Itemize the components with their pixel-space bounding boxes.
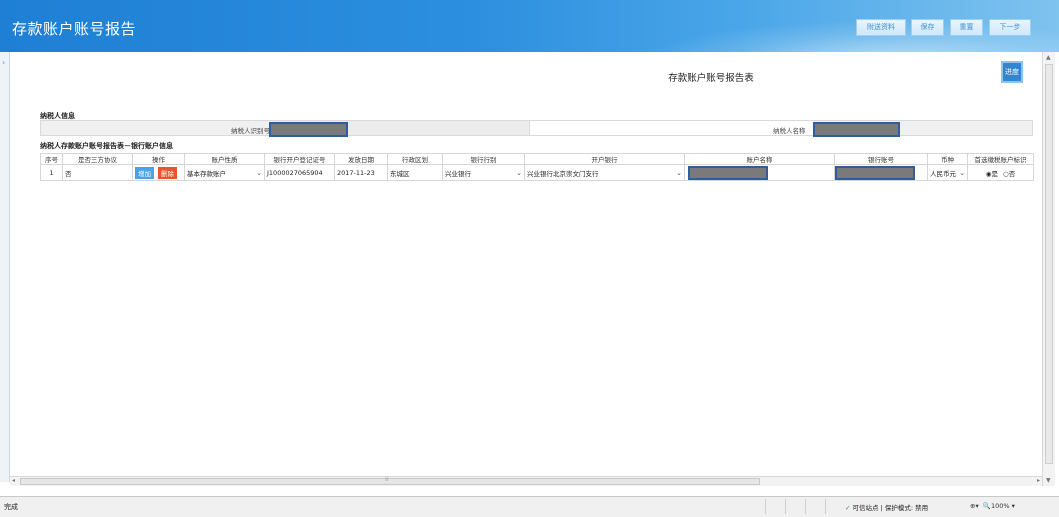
- radio-yes[interactable]: ◉是: [986, 170, 998, 178]
- scroll-up-icon[interactable]: ▲: [1046, 54, 1051, 61]
- row-index: 1: [40, 164, 63, 181]
- zoom-control[interactable]: ⊕▾ 🔍100% ▾: [970, 502, 1015, 510]
- col-bank-type: 银行行别: [442, 153, 525, 165]
- col-account-no: 银行账号: [834, 153, 928, 165]
- district-field[interactable]: 东城区: [387, 164, 443, 181]
- col-license-no: 银行开户登记证号: [264, 153, 335, 165]
- currency-select[interactable]: 人民币元 ⌄: [927, 164, 968, 181]
- horizontal-scrollbar[interactable]: ◂ ⁞⁞ ▸: [10, 476, 1042, 486]
- status-text: 完成: [4, 503, 18, 511]
- tripartite-field[interactable]: 否: [62, 164, 133, 181]
- col-bank-branch: 开户银行: [524, 153, 685, 165]
- taxpayer-id-label: 纳税人识别号: [231, 127, 270, 135]
- issue-date-field[interactable]: 2017-11-23: [334, 164, 388, 181]
- chevron-down-icon: ⌄: [256, 168, 262, 177]
- col-tripartite: 是否三方协议: [62, 153, 133, 165]
- document-title: 存款账户账号报告表: [668, 73, 754, 84]
- scroll-right-icon[interactable]: ▸: [1037, 477, 1040, 484]
- radio-yes-label: 是: [991, 169, 998, 178]
- chevron-down-icon: ⌄: [959, 168, 965, 177]
- checkmark-icon: ✓: [845, 504, 851, 512]
- account-type-value: 基本存款账户: [187, 169, 226, 178]
- scroll-down-icon[interactable]: ▼: [1046, 477, 1051, 484]
- window: 存款账户账号报告 附送资料 保存 重置 下一步 › 存款账户账号报告表 进度 纳…: [0, 0, 1059, 517]
- col-issue-date: 发放日期: [334, 153, 388, 165]
- col-index: 序号: [40, 153, 63, 165]
- account-no-field[interactable]: [834, 164, 928, 181]
- zoom-level: 100%: [990, 502, 1010, 510]
- table-header-row: 序号 是否三方协议 操作 账户性质 银行开户登记证号 发放日期 行政区划 银行行…: [40, 153, 1034, 165]
- account-no-redacted: [835, 166, 915, 180]
- account-name-redacted: [688, 166, 768, 180]
- col-account-type: 账户性质: [184, 153, 265, 165]
- next-button[interactable]: 下一步: [989, 19, 1031, 36]
- currency-value: 人民币元: [930, 169, 956, 178]
- side-collapse-bar[interactable]: ›: [0, 52, 10, 482]
- col-account-name: 账户名称: [684, 153, 835, 165]
- license-no-field[interactable]: J1000027065904: [264, 164, 335, 181]
- form-content: 存款账户账号报告表 进度 纳税人信息 纳税人识别号 纳税人名称 纳税人存款账户账…: [10, 52, 1042, 476]
- taxpayer-name-label: 纳税人名称: [773, 127, 806, 135]
- progress-button[interactable]: 进度: [1001, 61, 1023, 83]
- reset-button[interactable]: 重置: [950, 19, 983, 36]
- delete-row-button[interactable]: 删除: [158, 166, 177, 179]
- taxpayer-id-redacted: [269, 122, 348, 137]
- status-bar: 完成 ✓ 可信站点 | 保护模式: 禁用 ⊕▾ 🔍100% ▾: [0, 496, 1059, 517]
- bank-type-value: 兴业银行: [445, 169, 471, 178]
- radio-no[interactable]: ○否: [1003, 170, 1015, 178]
- status-segment: [805, 499, 825, 514]
- col-district: 行政区划: [387, 153, 443, 165]
- bank-section-title: 纳税人存款账户账号报告表－银行账户信息: [40, 142, 173, 150]
- col-currency: 币种: [927, 153, 968, 165]
- status-segment: [765, 499, 785, 514]
- bank-type-select[interactable]: 兴业银行 ⌄: [442, 164, 525, 181]
- vertical-scrollbar[interactable]: ▲ ▼: [1042, 52, 1055, 486]
- header-bar: 存款账户账号报告 附送资料 保存 重置 下一步: [0, 0, 1059, 52]
- add-row-button[interactable]: 增加: [135, 166, 154, 179]
- account-type-select[interactable]: 基本存款账户 ⌄: [184, 164, 265, 181]
- operation-cell: 增加 删除: [132, 164, 185, 181]
- bank-account-table: 序号 是否三方协议 操作 账户性质 银行开户登记证号 发放日期 行政区划 银行行…: [40, 153, 1034, 181]
- globe-icon: ⊕▾: [970, 502, 979, 510]
- scroll-grip-icon: ⁞⁞: [385, 476, 389, 483]
- chevron-down-icon: ⌄: [516, 168, 522, 177]
- status-segment: [825, 499, 845, 514]
- col-preferred: 首选缴税账户标识: [967, 153, 1034, 165]
- status-segment: [785, 499, 805, 514]
- preferred-radio-group: ◉是 ○否: [967, 164, 1034, 181]
- expand-arrow-icon[interactable]: ›: [2, 58, 5, 67]
- taxpayer-info-row: 纳税人识别号 纳税人名称: [40, 120, 1033, 137]
- bank-branch-select[interactable]: 兴业银行北京崇文门支行 ⌄: [524, 164, 685, 181]
- page-title: 存款账户账号报告: [12, 20, 137, 38]
- security-zone-label: 可信站点 | 保护模式: 禁用: [852, 504, 929, 512]
- radio-no-label: 否: [1008, 169, 1016, 178]
- chevron-down-icon: ⌄: [676, 168, 682, 177]
- security-zone[interactable]: ✓ 可信站点 | 保护模式: 禁用: [845, 502, 928, 512]
- bank-branch-value: 兴业银行北京崇文门支行: [527, 169, 599, 178]
- zoom-icon: 🔍: [982, 502, 991, 510]
- account-name-field[interactable]: [684, 164, 835, 181]
- info-divider: [529, 121, 814, 135]
- vertical-scroll-thumb[interactable]: [1045, 64, 1053, 464]
- col-operation: 操作: [132, 153, 185, 165]
- horizontal-scroll-thumb[interactable]: [20, 478, 760, 485]
- attach-button[interactable]: 附送资料: [856, 19, 906, 36]
- save-button[interactable]: 保存: [911, 19, 944, 36]
- scroll-left-icon[interactable]: ◂: [12, 477, 15, 484]
- taxpayer-name-redacted: [813, 122, 900, 137]
- table-row: 1 否 增加 删除 基本存款账户 ⌄ J1000027065904 2017-11-…: [40, 164, 1034, 181]
